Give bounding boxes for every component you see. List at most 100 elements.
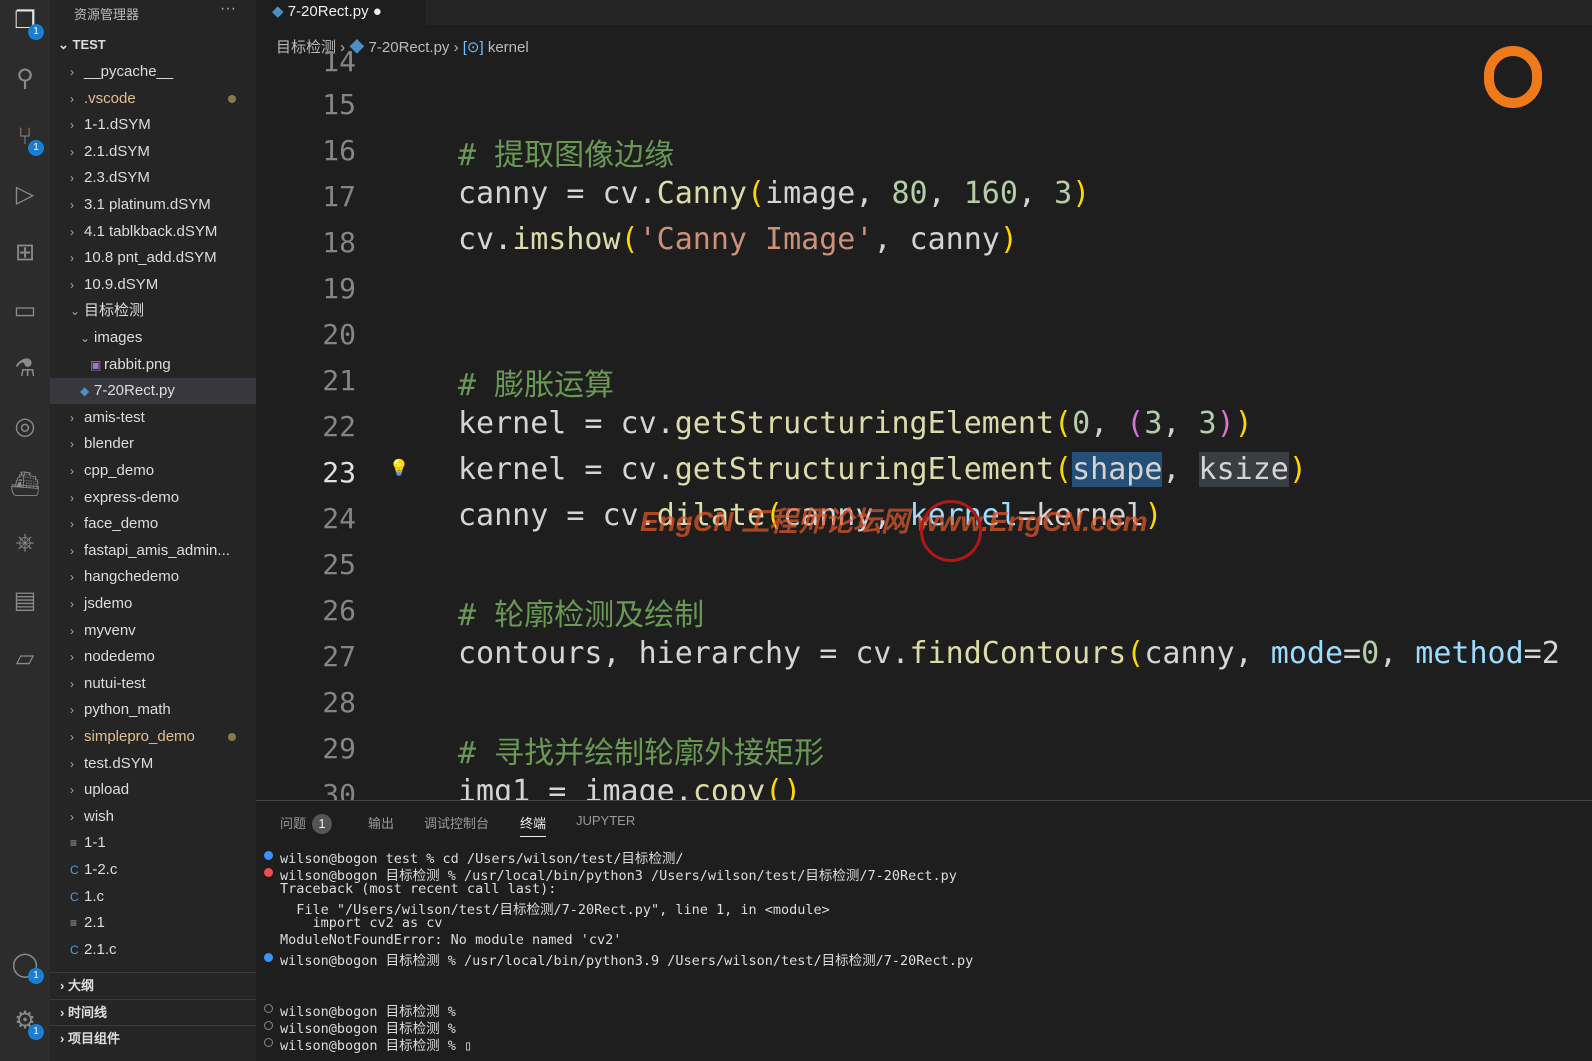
panel-tab[interactable]: 调试控制台 <box>424 813 489 832</box>
code-token: ( <box>1126 406 1145 441</box>
python-file-icon: ◆ <box>272 3 284 20</box>
panel-tab-label: 问题 <box>280 816 307 831</box>
code-token: , <box>1090 406 1127 441</box>
chevron-right-icon: › <box>70 809 74 824</box>
line-number: 22 <box>322 410 356 443</box>
code-token: contours, hierarchy = cv. <box>458 636 910 671</box>
tree-item[interactable]: ≡ 1-1 <box>50 830 256 856</box>
panel-tab[interactable]: 终端 <box>520 813 547 837</box>
tab-7-20rect-py[interactable]: ◆ 7-20Rect.py ● <box>256 0 426 25</box>
section-label: 项目组件 <box>67 1031 120 1046</box>
code-token: , <box>927 176 964 211</box>
code-line[interactable]: cv.imshow('Canny Image', canny) <box>458 222 1018 257</box>
tree-item[interactable]: C 1.c <box>50 884 256 910</box>
bottom-panel: 问题 1 输出 调试控制台 终端 JUPYTER wilson@bogon test % c… <box>256 800 1592 1061</box>
code-token: canny, <box>1144 636 1271 671</box>
terminal-status-empty-icon <box>264 1021 273 1030</box>
line-number: 21 <box>322 364 356 397</box>
lightbulb-icon[interactable]: 💡 <box>389 458 409 478</box>
code-line[interactable]: img1 = image.copy() <box>458 774 801 800</box>
code-token: , canny <box>873 222 1000 257</box>
line-number: 26 <box>322 594 356 627</box>
code-token: ) <box>1072 176 1091 211</box>
tree-item[interactable]: C 1-2.c <box>50 857 256 883</box>
code-token: 'Canny Image' <box>638 222 874 257</box>
code-token: ( <box>1054 406 1073 441</box>
tree-item[interactable]: ≡ 2.1 <box>50 910 256 936</box>
code-line[interactable]: kernel = cv.getStructuringElement(shape,… <box>458 452 1307 487</box>
recording-logo <box>1484 46 1542 108</box>
account-icon[interactable]: ◯ 1 <box>8 948 44 984</box>
code-token: 3 <box>1054 176 1073 211</box>
section-header[interactable]: › 项目组件 <box>50 1025 256 1051</box>
panel-tab[interactable]: 问题 1 <box>280 813 333 834</box>
section-label: 时间线 <box>67 1004 107 1020</box>
code-token: =2 <box>1523 636 1560 671</box>
code-line[interactable]: # 膨胀运算 <box>458 360 614 404</box>
tab-label: 7-20Rect.py <box>287 3 369 20</box>
line-number: 27 <box>322 640 356 673</box>
panel-tab-label: 输出 <box>368 816 395 831</box>
tree-item[interactable]: C 2.1.c <box>50 937 256 963</box>
notification-badge: 1 <box>28 968 44 984</box>
code-line[interactable]: # 提取图像边缘 <box>458 130 674 174</box>
code-token: 0 <box>1072 406 1091 441</box>
watermark: EngCN 工程师论坛网 www.EngCN.com <box>640 506 1148 537</box>
c-file-icon: C <box>70 863 79 877</box>
chevron-right-icon: › <box>60 1031 68 1046</box>
problems-count-badge: 1 <box>312 814 333 834</box>
section-header[interactable]: › 时间线 <box>50 998 256 1025</box>
code-token: ( <box>1126 636 1145 671</box>
code-token: ( <box>1054 452 1073 487</box>
code-line[interactable]: # 轮廓检测及绘制 <box>458 590 704 634</box>
line-number: 24 <box>322 502 356 535</box>
terminal-status-blue-icon <box>264 953 273 962</box>
code-token: findContours <box>909 636 1127 671</box>
line-number: 23 <box>322 456 356 489</box>
more-actions-button[interactable]: ··· <box>220 0 236 18</box>
settings-gear-icon[interactable]: ⚙ 1 <box>8 1004 44 1040</box>
terminal-status-empty-icon <box>264 1004 273 1013</box>
code-token: 160 <box>963 176 1018 211</box>
code-editor[interactable]: 14 15 16 # 提取图像边缘 17 canny = cv.Canny(image, … <box>0 50 1592 800</box>
terminal-line: wilson@bogon 目标检测 % ▯ <box>280 1038 473 1054</box>
code-token: ) <box>1234 406 1253 441</box>
explorer-title: 资源管理器 <box>74 7 140 22</box>
editor-tabs: ◆ 7-20Rect.py ● <box>256 0 1592 25</box>
code-token: ksize <box>1198 452 1289 487</box>
line-number: 20 <box>322 318 356 351</box>
code-token: kernel = cv. <box>458 452 675 487</box>
code-token: () <box>765 774 802 800</box>
code-line[interactable]: canny = cv.Canny(image, 80, 160, 3) <box>458 176 1090 211</box>
section-header[interactable]: › 大纲 <box>50 972 256 998</box>
code-token: 3 <box>1144 406 1163 441</box>
panel-tab-label: 终端 <box>520 816 547 831</box>
code-token: canny = cv. <box>458 498 657 533</box>
mouse-cursor-highlight <box>920 500 982 562</box>
text-file-icon: ≡ <box>70 836 78 851</box>
code-token: # 寻找并绘制轮廓外接矩形 <box>458 736 825 771</box>
code-line[interactable]: # 寻找并绘制轮廓外接矩形 <box>458 728 824 772</box>
line-number: 19 <box>322 272 356 305</box>
code-token: # 膨胀运算 <box>458 368 615 403</box>
line-number: 18 <box>322 226 356 259</box>
panel-tab[interactable]: 输出 <box>368 813 394 832</box>
code-token: , <box>1017 176 1055 211</box>
c-file-icon: C <box>70 889 79 904</box>
tree-item-label: 1-2.c <box>84 861 118 878</box>
terminal-status-blue-icon <box>264 851 273 860</box>
code-line[interactable]: kernel = cv.getStructuringElement(0, (3,… <box>458 406 1253 441</box>
tree-item[interactable]: › wish <box>50 804 256 830</box>
chevron-right-icon: › <box>60 1004 68 1020</box>
panel-tab[interactable]: JUPYTER <box>576 813 635 828</box>
terminal-line: import cv2 as cv <box>280 915 443 931</box>
files-icon[interactable]: ❐ 1 <box>8 4 44 40</box>
code-line[interactable]: contours, hierarchy = cv.findContours(ca… <box>458 636 1560 671</box>
unsaved-dot-icon[interactable]: ● <box>373 3 382 20</box>
code-token: canny = cv. <box>458 176 657 211</box>
line-number: 30 <box>322 778 356 800</box>
line-number: 14 <box>322 50 356 78</box>
code-token: mode <box>1270 636 1344 671</box>
code-token: ) <box>1288 452 1307 487</box>
code-token: ) <box>999 222 1018 257</box>
